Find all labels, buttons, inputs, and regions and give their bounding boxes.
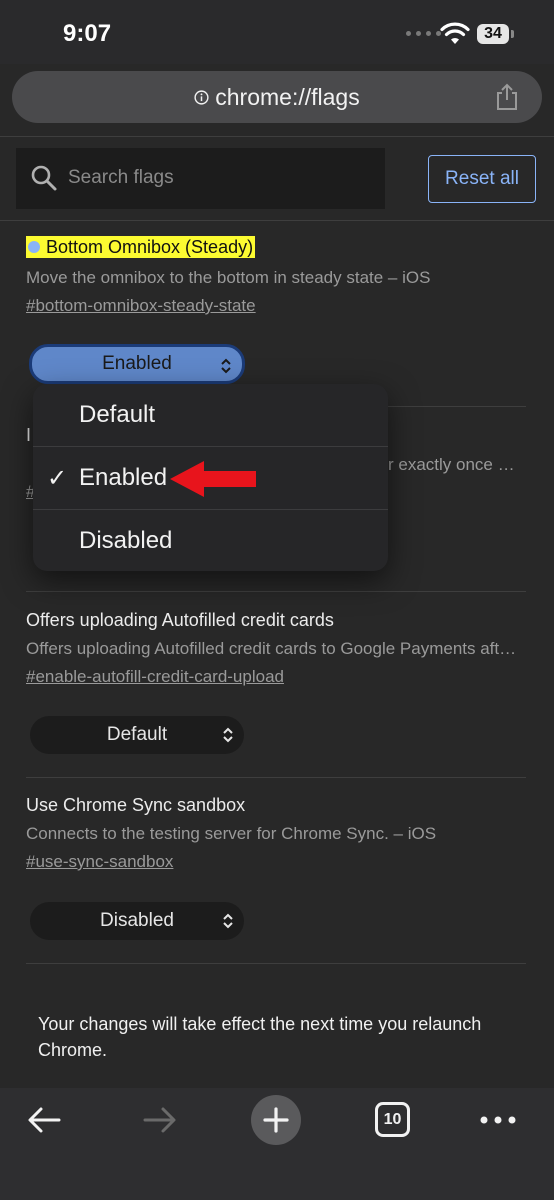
- select-value: Default: [106, 724, 168, 745]
- divider: [388, 406, 526, 407]
- flag-title: Bottom Omnibox (Steady): [26, 236, 256, 258]
- forward-arrow-icon: [143, 1107, 176, 1133]
- select-value: Disabled: [100, 910, 174, 931]
- chevron-updown-icon: [223, 913, 233, 929]
- battery-icon: 34: [477, 24, 515, 46]
- bottom-toolbar: 10: [0, 1088, 554, 1200]
- tab-switcher-button[interactable]: 10: [375, 1102, 410, 1137]
- new-tab-button[interactable]: [251, 1095, 301, 1145]
- flag-select-bottom-omnibox[interactable]: Enabled: [29, 344, 245, 384]
- checkmark-icon: ✓: [47, 464, 68, 492]
- back-button[interactable]: [22, 1102, 66, 1138]
- enabled-dot-icon: [28, 241, 40, 254]
- status-bar: 9:07 34: [0, 0, 554, 64]
- clock: 9:07: [63, 20, 112, 47]
- chevron-updown-icon: [223, 727, 233, 743]
- divider: [26, 591, 526, 592]
- search-input[interactable]: Search flags: [16, 148, 385, 209]
- divider: [26, 963, 526, 964]
- flag-link[interactable]: #use-sync-sandbox: [26, 852, 173, 872]
- red-arrow-icon: [170, 461, 256, 497]
- search-icon: [31, 165, 57, 191]
- flag-title: Offers uploading Autofilled credit cards: [26, 610, 334, 630]
- relaunch-message: Your changes will take effect the next t…: [38, 1014, 482, 1060]
- divider: [0, 136, 554, 137]
- divider: [0, 220, 554, 221]
- address-bar[interactable]: chrome://flags: [12, 71, 542, 123]
- menu-item-disabled[interactable]: Disabled: [33, 510, 388, 571]
- flag-link[interactable]: #enable-autofill-credit-card-upload: [26, 667, 284, 687]
- flag-description: Move the omnibox to the bottom in steady…: [26, 268, 431, 287]
- flag-title: I: [26, 425, 32, 445]
- flag-title: Use Chrome Sync sandbox: [26, 795, 246, 815]
- menu-item-default[interactable]: Default: [33, 384, 388, 446]
- share-icon[interactable]: [493, 82, 521, 112]
- reset-all-button[interactable]: Reset all: [428, 155, 536, 203]
- more-dots-icon: [480, 1116, 516, 1124]
- search-placeholder: Search flags: [68, 167, 174, 188]
- more-menu-button[interactable]: [478, 1102, 518, 1138]
- flag-description: r exactly once …: [388, 455, 515, 474]
- flag-link[interactable]: #bottom-omnibox-steady-state: [26, 296, 256, 316]
- back-arrow-icon: [28, 1107, 61, 1133]
- flag-description: Connects to the testing server for Chrom…: [26, 824, 437, 843]
- info-icon: [194, 89, 209, 105]
- flag-description: Offers uploading Autofilled credit cards…: [26, 639, 517, 658]
- divider: [26, 777, 526, 778]
- flag-select-sync-sandbox[interactable]: Disabled: [30, 902, 244, 940]
- plus-icon: [263, 1107, 289, 1133]
- battery-level: 34: [477, 24, 509, 44]
- cellular-signal-icon: [406, 31, 441, 36]
- chevron-updown-icon: [221, 358, 231, 374]
- wifi-icon: [440, 22, 470, 44]
- url-text: chrome://flags: [215, 83, 360, 110]
- forward-button[interactable]: [138, 1102, 182, 1138]
- flag-select-autofill[interactable]: Default: [30, 716, 244, 754]
- select-value: Enabled: [102, 353, 172, 374]
